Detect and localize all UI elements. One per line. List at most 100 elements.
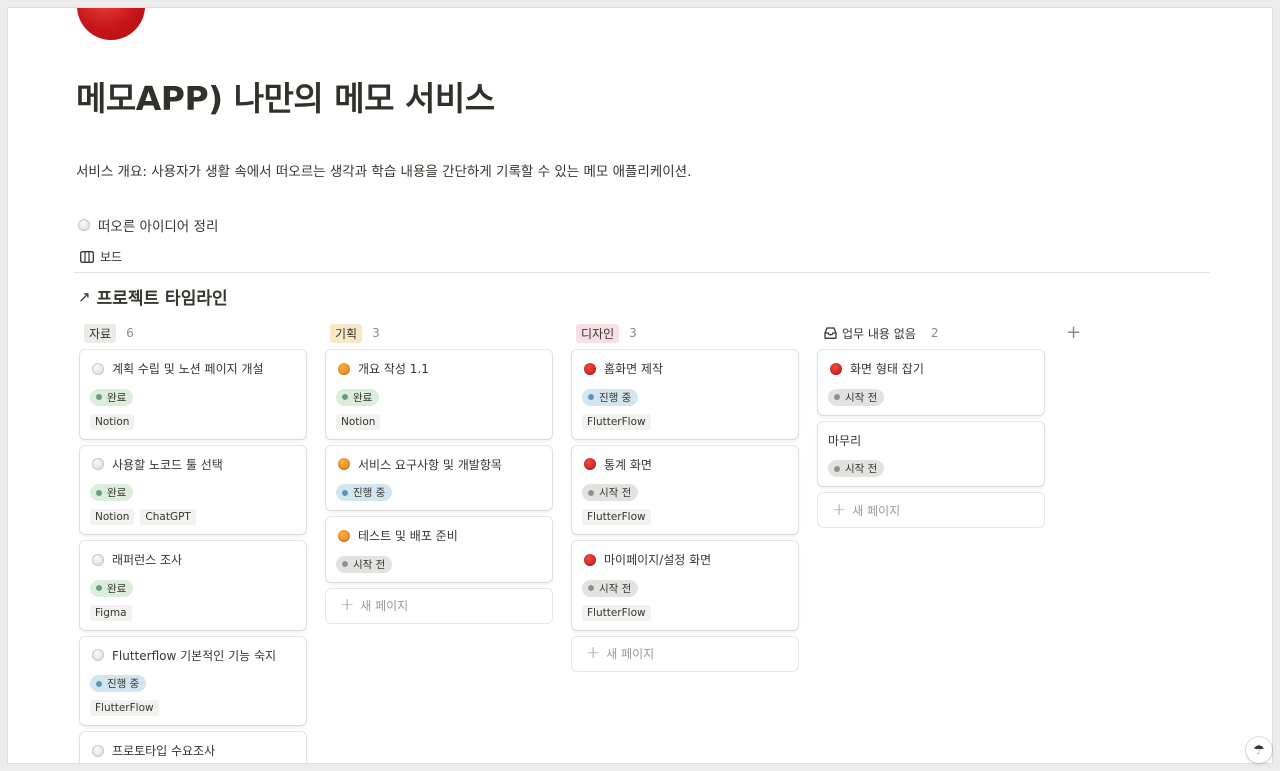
white-circle-icon (92, 362, 104, 375)
status-dot (834, 465, 840, 472)
view-tab-label: 보드 (100, 250, 123, 264)
card-title: 계획 수립 및 노션 페이지 개설 (90, 360, 296, 377)
board-column-기획: 기획 3 개요 작성 1.1 완료 Notion 서비스 요구사항 및 개발항목… (326, 323, 552, 623)
status-text: 완료 (353, 391, 373, 404)
tag: FlutterFlow (582, 604, 651, 621)
column-label-text: 업무 내용 없음 (842, 326, 916, 341)
status-badge: 시작 전 (582, 484, 639, 501)
board-icon (80, 250, 94, 263)
status-dot (342, 561, 348, 567)
card-title-text: 마이페이지/설정 화면 (604, 553, 712, 567)
red-circle-icon (830, 362, 842, 375)
linked-page-ideas[interactable]: 떠오른 아이디어 정리 (78, 215, 218, 235)
card-title-text: 화면 형태 잡기 (850, 362, 924, 376)
status-dot (588, 394, 594, 400)
plus-icon: + (832, 499, 847, 520)
status-badge: 진행 중 (582, 388, 639, 406)
board-title-label: 프로젝트 타임라인 (96, 289, 228, 309)
tag-list: Notion (90, 413, 296, 430)
board-card[interactable]: 마이페이지/설정 화면 시작 전 FlutterFlow (572, 541, 798, 630)
card-title: 테스트 및 배포 준비 (336, 527, 542, 544)
card-title: 사용할 노코드 툴 선택 (90, 456, 296, 473)
add-group-button[interactable]: + (1066, 322, 1081, 343)
column-header[interactable]: 기획 3 (326, 323, 552, 343)
tag: FlutterFlow (90, 700, 159, 716)
status-badge: 시작 전 (336, 555, 393, 573)
status-dot (96, 585, 102, 591)
status-text: 완료 (107, 487, 127, 499)
tag-list: FlutterFlow (90, 700, 296, 716)
card-title-text: Flutterflow 기본적인 기능 숙지 (112, 648, 277, 663)
page-title[interactable]: 메모APP) 나만의 메모 서비스 (76, 72, 495, 120)
red-circle-icon[interactable] (77, 8, 145, 40)
column-header[interactable]: 디자인 3 (572, 323, 798, 343)
card-title: 화면 형태 잡기 (828, 360, 1034, 377)
board-card[interactable]: 프로토타입 수요조사 (80, 732, 306, 763)
board-column-디자인: 디자인 3 홈화면 제작 진행 중 FlutterFlow 통계 화면 시작 전… (572, 323, 798, 671)
tag-list: Notion ChatGPT (90, 509, 296, 525)
red-circle-icon (584, 458, 596, 470)
orange-circle-icon (338, 529, 350, 542)
card-title-text: 마무리 (828, 433, 862, 448)
board-card[interactable]: 홈화면 제작 진행 중 FlutterFlow (572, 350, 798, 439)
white-circle-icon (92, 553, 104, 566)
tag: Notion (90, 413, 135, 430)
status-badge: 진행 중 (90, 675, 147, 692)
status-text: 시작 전 (599, 487, 632, 499)
tag-list: FlutterFlow (582, 509, 788, 525)
board-card[interactable]: 통계 화면 시작 전 FlutterFlow (572, 445, 798, 534)
status-text: 완료 (107, 391, 127, 404)
red-circle-icon (584, 553, 596, 566)
page-description[interactable]: 서비스 개요: 사용자가 생활 속에서 떠오르는 생각과 학습 내용을 간단하게… (76, 160, 691, 180)
board-card[interactable]: 마무리 시작 전 (818, 421, 1044, 486)
white-circle-icon (92, 458, 104, 470)
status-badge: 시작 전 (828, 460, 885, 477)
board-card[interactable]: 래퍼런스 조사 완료 Figma (80, 541, 306, 630)
tag: FlutterFlow (582, 413, 651, 430)
column-label: 기획 (330, 323, 363, 343)
status-text: 시작 전 (845, 391, 878, 404)
column-label: 디자인 (576, 323, 620, 343)
board-card[interactable]: Flutterflow 기본적인 기능 숙지 진행 중 FlutterFlow (80, 636, 306, 725)
linked-page-label: 떠오른 아이디어 정리 (98, 219, 219, 235)
card-title: 프로토타입 수요조사 (90, 742, 296, 759)
card-title-text: 사용할 노코드 툴 선택 (112, 457, 223, 472)
card-title: 마이페이지/설정 화면 (582, 551, 788, 568)
new-page-button[interactable]: + 새 페이지 (326, 589, 552, 623)
card-title-text: 홈화면 제작 (604, 362, 664, 376)
card-title-text: 개요 작성 1.1 (358, 362, 429, 376)
status-text: 진행 중 (353, 487, 386, 499)
tag: ChatGPT (140, 509, 196, 525)
new-page-label: 새 페이지 (852, 503, 901, 518)
board-card[interactable]: 개요 작성 1.1 완료 Notion (326, 350, 552, 439)
card-title-text: 서비스 요구사항 및 개발항목 (358, 457, 502, 472)
status-badge: 시작 전 (582, 579, 639, 597)
card-title-text: 통계 화면 (604, 457, 652, 472)
new-page-label: 새 페이지 (606, 647, 655, 661)
tag: Figma (90, 604, 132, 621)
board-title[interactable]: ↗ 프로젝트 타임라인 (78, 284, 228, 310)
status-text: 진행 중 (107, 678, 140, 690)
divider (74, 272, 1210, 273)
column-header[interactable]: 자료 6 (80, 323, 306, 343)
white-circle-icon (92, 649, 104, 661)
inbox-icon (824, 327, 837, 339)
tag-list: FlutterFlow (582, 604, 788, 621)
tag-list: Notion (336, 413, 542, 430)
help-button[interactable]: ☂ (1246, 737, 1272, 763)
column-label: 자료 (84, 323, 117, 343)
new-page-label: 새 페이지 (360, 599, 409, 613)
board-card[interactable]: 사용할 노코드 툴 선택 완료 Notion ChatGPT (80, 445, 306, 534)
board-card[interactable]: 계획 수립 및 노션 페이지 개설 완료 Notion (80, 350, 306, 439)
board-card[interactable]: 서비스 요구사항 및 개발항목 진행 중 (326, 445, 552, 510)
status-badge: 완료 (336, 388, 380, 406)
board-card[interactable]: 화면 형태 잡기 시작 전 (818, 350, 1044, 415)
view-tab-board[interactable]: 보드 (80, 248, 122, 265)
new-page-button[interactable]: + 새 페이지 (818, 493, 1044, 527)
board-card[interactable]: 테스트 및 배포 준비 시작 전 (326, 517, 552, 582)
status-text: 시작 전 (845, 463, 878, 475)
orange-circle-icon (338, 362, 350, 375)
column-label: 업무 내용 없음 (822, 324, 921, 343)
column-header[interactable]: 업무 내용 없음 2 (818, 324, 1044, 342)
new-page-button[interactable]: + 새 페이지 (572, 637, 798, 671)
